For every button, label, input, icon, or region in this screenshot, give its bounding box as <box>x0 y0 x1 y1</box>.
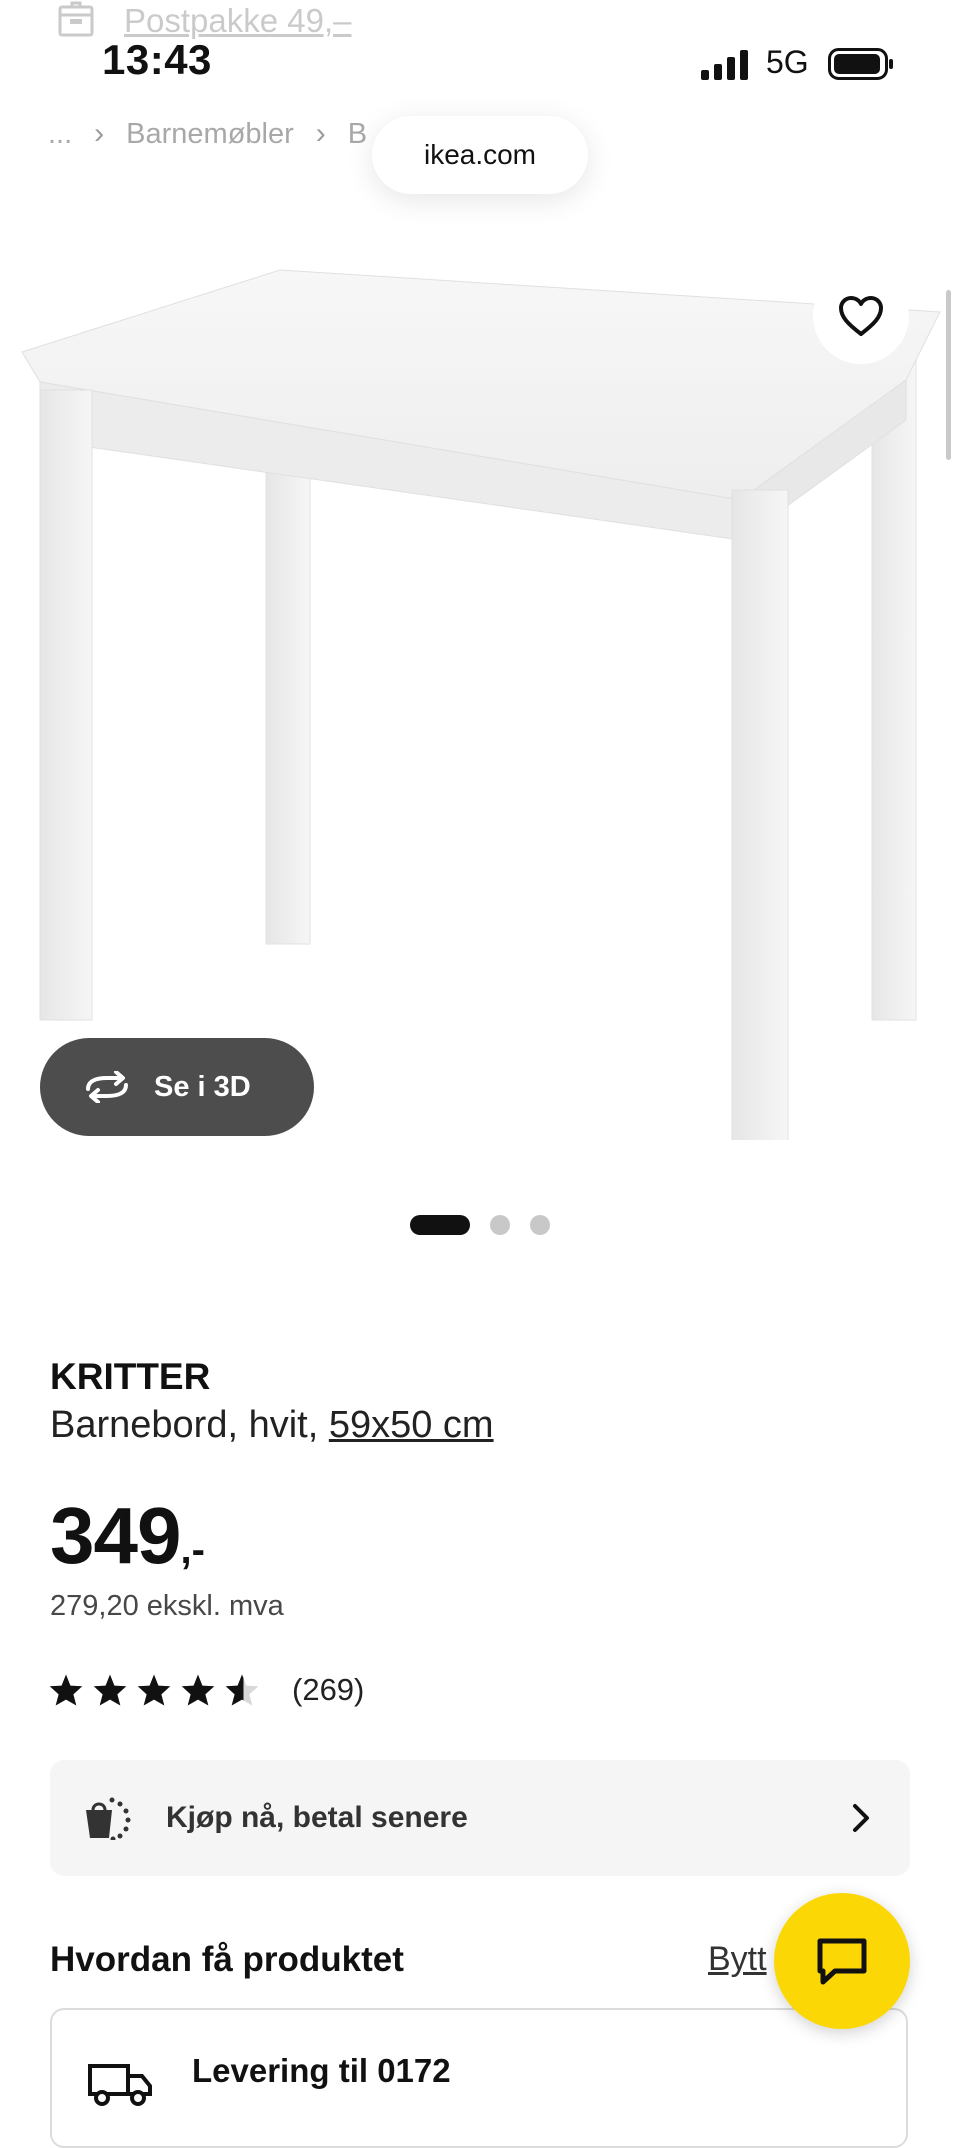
carousel-dot-2[interactable] <box>490 1215 510 1235</box>
chat-button[interactable] <box>774 1893 910 2029</box>
price-suffix: ,- <box>180 1528 205 1572</box>
chat-icon <box>817 1938 867 1985</box>
url-text: ikea.com <box>423 139 537 170</box>
breadcrumb-ellipsis[interactable]: ... <box>48 118 72 151</box>
battery-icon <box>828 48 893 80</box>
rating-stars <box>48 1673 260 1707</box>
carousel-dot-3[interactable] <box>530 1215 550 1235</box>
signal-icon <box>701 50 748 80</box>
rating-count[interactable]: (269) <box>292 1672 364 1708</box>
shopping-bag-icon <box>86 1797 131 1840</box>
delivery-option-card[interactable]: Levering til 0172 <box>50 2008 908 2148</box>
chevron-right-icon <box>853 1804 869 1832</box>
product-rating[interactable]: (269) <box>48 1668 364 1712</box>
star-half-icon <box>225 1674 259 1706</box>
product-description: Barnebord, hvit, 59x50 cm <box>50 1404 494 1447</box>
product-type: Barnebord, hvit, <box>50 1404 329 1446</box>
view-3d-button[interactable]: Se i 3D <box>40 1038 314 1136</box>
browser-url-pill[interactable]: ikea.com <box>372 116 588 194</box>
product-price: 349,- <box>50 1490 205 1582</box>
pay-later-button[interactable]: Kjøp nå, betal senere <box>50 1760 910 1876</box>
star-icon <box>49 1674 83 1706</box>
product-image[interactable] <box>0 240 960 1140</box>
chevron-right-icon: › <box>315 117 326 150</box>
star-icon <box>181 1674 215 1706</box>
scrollbar[interactable] <box>946 290 951 460</box>
breadcrumb-item-current[interactable]: B <box>348 118 367 151</box>
heart-icon <box>839 296 883 336</box>
carousel-dots <box>410 1214 550 1236</box>
favorite-button[interactable] <box>813 268 909 364</box>
chevron-right-icon: › <box>94 117 105 150</box>
carousel-dot-1[interactable] <box>410 1215 470 1235</box>
breadcrumb-item-children-furniture[interactable]: Barnemøbler <box>126 118 294 151</box>
change-location-link[interactable]: Bytt <box>708 1940 767 1979</box>
network-type: 5G <box>766 44 809 80</box>
delivery-option-label: Levering til 0172 <box>192 2052 451 2089</box>
price-integer: 349 <box>50 1491 181 1580</box>
product-name: KRITTER <box>50 1356 211 1397</box>
price-excluding-vat: 279,20 ekskl. mva <box>50 1590 284 1622</box>
truck-icon <box>88 2064 152 2106</box>
view-3d-label: Se i 3D <box>154 1070 251 1103</box>
breadcrumb: ... › Barnemøbler › B <box>48 112 367 156</box>
star-icon <box>93 1674 127 1706</box>
star-icon <box>137 1674 171 1706</box>
status-bar: 13:43 5G <box>0 0 960 120</box>
status-time: 13:43 <box>102 36 212 83</box>
product-size-link[interactable]: 59x50 cm <box>329 1404 494 1446</box>
pay-later-label: Kjøp nå, betal senere <box>166 1801 468 1834</box>
rotate-3d-icon <box>86 1071 128 1103</box>
delivery-section-title: Hvordan få produktet <box>50 1940 404 1979</box>
